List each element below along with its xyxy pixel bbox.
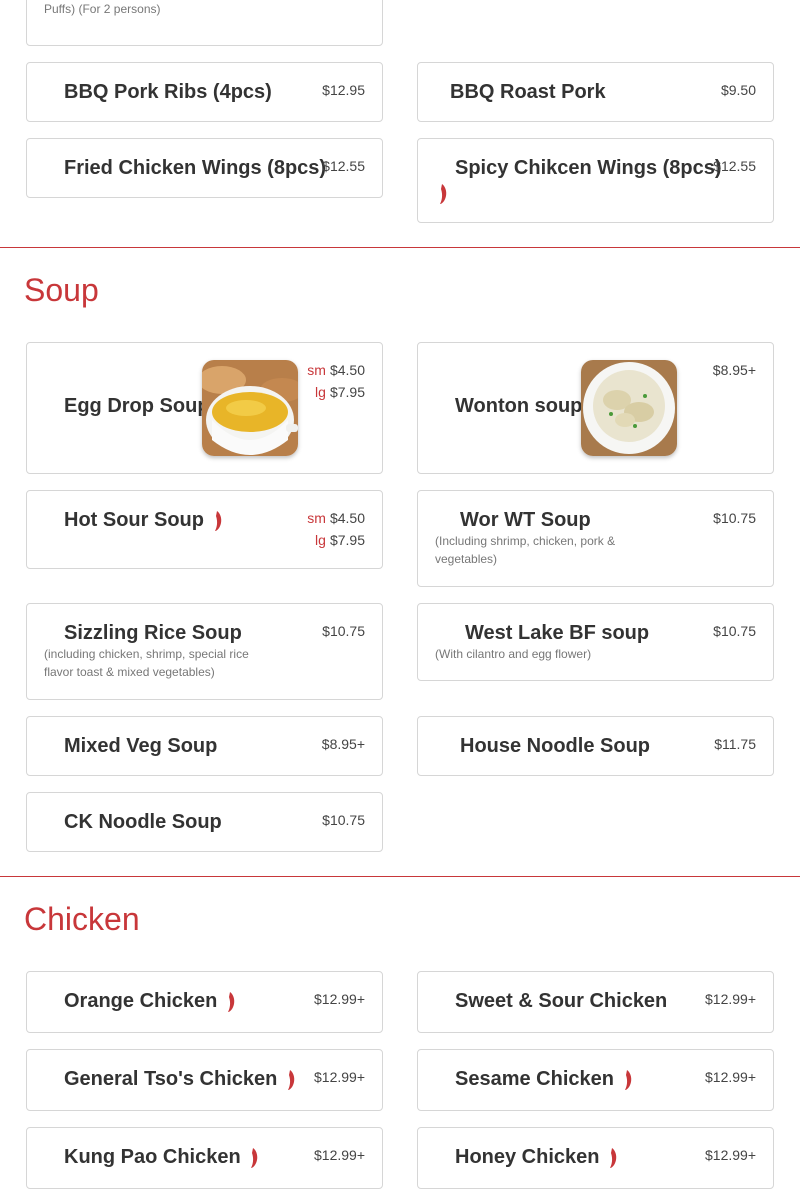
price-large: lg $7.95 (315, 532, 365, 548)
section-title-chicken: Chicken (24, 901, 140, 937)
item-name: Sweet & Sour Chicken (455, 990, 668, 1012)
item-price: $8.95+ (712, 362, 756, 378)
item-name: Wonton soup (455, 395, 583, 417)
item-name: Orange Chicken (64, 990, 237, 1013)
menu-item-card[interactable]: Sesame Chicken $12.99+ (417, 1049, 774, 1111)
chili-pepper-icon (227, 991, 235, 1012)
item-price: $12.99+ (314, 1147, 365, 1163)
item-price: $12.55 (322, 158, 365, 174)
item-description: Shrimp, 2 Beef Teriyaki on Stick,2 Crab … (44, 2, 161, 16)
price-large: lg $7.95 (315, 384, 365, 400)
egg-drop-soup-image (202, 360, 298, 456)
chili-pepper-icon (251, 1147, 258, 1168)
chili-pepper-icon (610, 1147, 617, 1168)
item-price: $12.99+ (705, 1147, 756, 1163)
item-description: (including chicken, shrimp, special rice… (44, 647, 249, 679)
price-small: sm $4.50 (307, 362, 365, 378)
item-name: Spicy Chikcen Wings (8pcs) (455, 157, 722, 179)
section-title-soup: Soup (24, 272, 99, 308)
menu-item-card[interactable]: Hot Sour Soup sm $4.50 lg $7.95 (26, 490, 383, 569)
section-divider (0, 247, 800, 248)
item-name: Honey Chicken (455, 1146, 619, 1169)
item-price: $9.50 (720, 82, 756, 98)
chili-pepper-icon (624, 1069, 631, 1090)
menu-item-card[interactable]: Fried Chicken Wings (8pcs) $12.55 (26, 138, 383, 198)
item-price: $12.99+ (314, 1069, 365, 1085)
menu-item-card[interactable]: House Noodle Soup $11.75 (417, 716, 774, 776)
menu-item-card[interactable]: Wor WT Soup $10.75 (Including shrimp, ch… (417, 490, 774, 587)
item-name: Sesame Chicken (455, 1068, 634, 1091)
item-name: Fried Chicken Wings (8pcs) (64, 157, 327, 179)
item-name: Mixed Veg Soup (64, 735, 218, 757)
item-name: BBQ Roast Pork (450, 81, 606, 103)
item-price: $12.55 (713, 158, 756, 174)
item-price: $11.75 (714, 736, 756, 752)
menu-item-card[interactable]: Honey Chicken $12.99+ (417, 1127, 774, 1189)
chili-pepper-icon (440, 184, 447, 204)
price-small: sm $4.50 (307, 510, 365, 526)
item-name: House Noodle Soup (460, 735, 650, 757)
menu-item-card[interactable]: Wonton soup $8.95+ (417, 342, 774, 474)
menu-item-card[interactable]: Orange Chicken $12.99+ (26, 971, 383, 1033)
item-name: West Lake BF soup (465, 622, 650, 644)
menu-item-card-combo[interactable]: Shrimp, 2 Beef Teriyaki on Stick,2 Crab … (26, 0, 383, 46)
menu-item-card[interactable]: Kung Pao Chicken $12.99+ (26, 1127, 383, 1189)
item-name: Wor WT Soup (460, 509, 591, 531)
item-price: $12.99+ (705, 1069, 756, 1085)
item-description: (Including shrimp, chicken, pork & veget… (435, 534, 616, 566)
menu-item-card[interactable]: Spicy Chikcen Wings (8pcs) $12.55 (417, 138, 774, 223)
menu-item-card[interactable]: Mixed Veg Soup $8.95+ (26, 716, 383, 776)
menu-item-card[interactable]: Sweet & Sour Chicken $12.99+ (417, 971, 774, 1033)
menu-item-card[interactable]: General Tso's Chicken $12.99+ (26, 1049, 383, 1111)
item-price: $12.95 (322, 82, 365, 98)
item-name: CK Noodle Soup (64, 811, 222, 833)
item-name: Kung Pao Chicken (64, 1146, 260, 1169)
item-name: Hot Sour Soup (64, 509, 224, 532)
item-name: BBQ Pork Ribs (4pcs) (64, 81, 272, 103)
item-price: $12.99+ (705, 991, 756, 1007)
item-name: Egg Drop Soup (64, 395, 210, 417)
item-price: $12.99+ (314, 991, 365, 1007)
menu-item-card[interactable]: BBQ Pork Ribs (4pcs) $12.95 (26, 62, 383, 122)
menu-item-card[interactable]: BBQ Roast Pork $9.50 (417, 62, 774, 122)
item-price: $10.75 (713, 510, 756, 526)
menu-item-card[interactable]: CK Noodle Soup $10.75 (26, 792, 383, 852)
item-price: $10.75 (322, 623, 365, 639)
menu-item-card[interactable]: West Lake BF soup $10.75 (With cilantro … (417, 603, 774, 681)
wonton-soup-image (581, 360, 677, 456)
item-name: General Tso's Chicken (64, 1068, 297, 1091)
item-price: $10.75 (322, 812, 365, 828)
chili-pepper-icon (287, 1069, 295, 1090)
item-price: $10.75 (713, 623, 756, 639)
chili-pepper-icon (214, 510, 221, 531)
item-price: $8.95+ (321, 736, 365, 752)
menu-item-card[interactable]: Egg Drop Soup sm $4.50 lg $7.95 (26, 342, 383, 474)
item-description: (With cilantro and egg flower) (435, 647, 592, 661)
section-divider (0, 876, 800, 877)
item-name: Sizzling Rice Soup (64, 622, 242, 644)
menu-item-card[interactable]: Sizzling Rice Soup $10.75 (including chi… (26, 603, 383, 700)
